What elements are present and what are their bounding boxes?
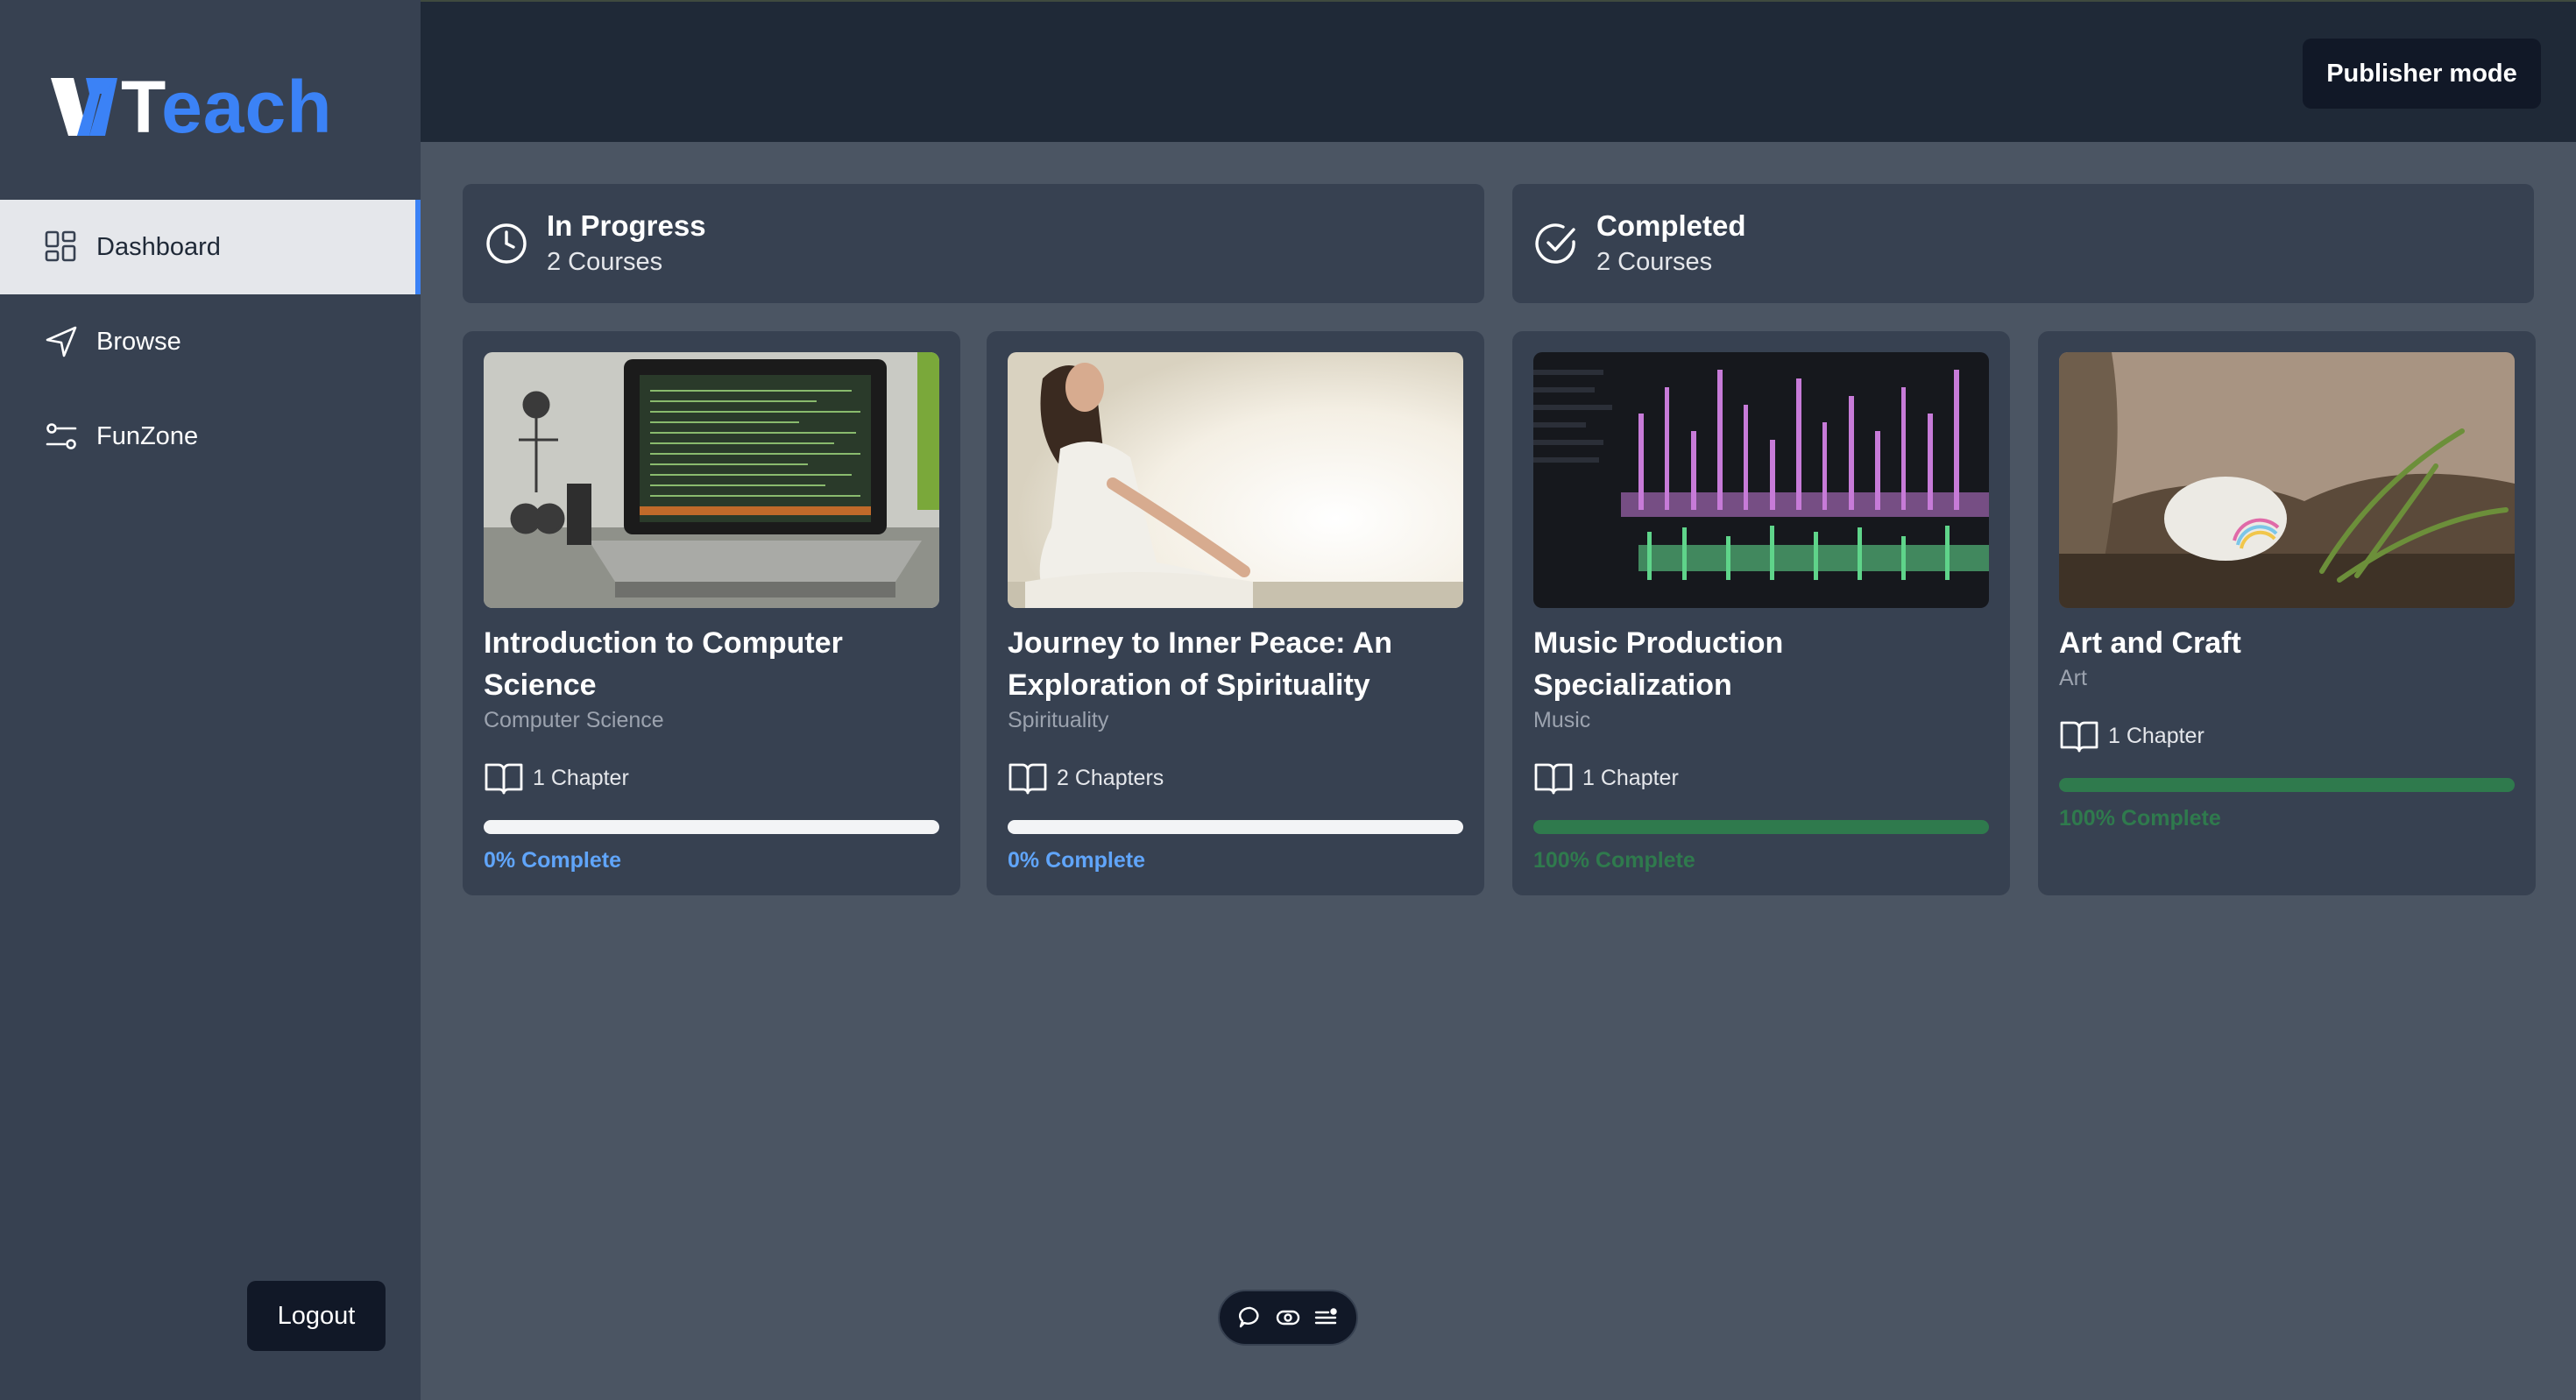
sidebar-item-label: Dashboard — [96, 232, 221, 261]
course-title[interactable]: Art and Craft — [2059, 622, 2515, 664]
sidebar-item-dashboard[interactable]: Dashboard — [0, 200, 421, 294]
course-category: Music — [1533, 708, 1591, 732]
logout-button[interactable]: Logout — [247, 1281, 386, 1351]
app-root: Teach Dashboard Browse FunZone Logout Pu… — [0, 0, 2576, 1400]
course-thumbnail — [1008, 352, 1463, 608]
dashboard-main: In Progress 2 Courses Completed 2 Course… — [421, 142, 2576, 1400]
book-open-icon — [1008, 760, 1048, 795]
send-compass-icon — [44, 324, 79, 359]
course-card[interactable]: Introduction to Computer Science Compute… — [463, 331, 960, 895]
course-title[interactable]: Music Production Specialization — [1533, 622, 1989, 706]
chapter-count: 1 Chapter — [2108, 723, 2204, 748]
clock-icon — [484, 221, 529, 266]
progress-bar — [1533, 820, 1989, 834]
course-category: Art — [2059, 666, 2087, 690]
sidebar-item-funzone[interactable]: FunZone — [0, 389, 421, 484]
course-card[interactable]: Art and Craft Art 1 Chapter 100% Complet… — [2038, 331, 2536, 895]
logo-text-rest: each — [161, 66, 333, 148]
course-card[interactable]: Music Production Specialization Music 1 … — [1512, 331, 2010, 895]
chat-bubble-icon[interactable] — [1237, 1305, 1263, 1331]
sidebar-item-browse[interactable]: Browse — [0, 294, 421, 389]
progress-fill — [2059, 778, 2515, 792]
stat-subtitle: 2 Courses — [1596, 248, 1713, 276]
progress-bar — [484, 820, 939, 834]
chapter-count: 2 Chapters — [1057, 765, 1164, 790]
publisher-mode-button[interactable]: Publisher mode — [2303, 39, 2541, 109]
chapter-count: 1 Chapter — [1582, 765, 1679, 790]
menu-lines-icon[interactable] — [1313, 1305, 1339, 1331]
course-thumbnail — [1533, 352, 1989, 608]
stat-text: In Progress 2 Courses — [547, 208, 706, 279]
book-open-icon — [484, 760, 524, 795]
completed-stat-card: Completed 2 Courses — [1512, 184, 2534, 303]
course-thumbnail — [2059, 352, 2515, 608]
stat-title: In Progress — [547, 209, 706, 242]
logo-text: Teach — [121, 70, 333, 144]
floating-toolbar — [1218, 1290, 1358, 1346]
sidebar-item-label: Browse — [96, 327, 181, 356]
course-thumbnail — [484, 352, 939, 608]
progress-bar — [1008, 820, 1463, 834]
course-chapters: 1 Chapter — [2059, 717, 2515, 755]
logo[interactable]: Teach — [51, 70, 333, 144]
course-title[interactable]: Introduction to Computer Science — [484, 622, 939, 706]
book-open-icon — [2059, 718, 2099, 753]
progress-label: 0% Complete — [1008, 848, 1145, 873]
logo-mark-icon — [51, 78, 117, 136]
course-category: Computer Science — [484, 708, 664, 732]
progress-label: 100% Complete — [1533, 848, 1695, 873]
stat-subtitle: 2 Courses — [547, 248, 663, 276]
toggle-eye-icon[interactable] — [1275, 1305, 1301, 1331]
logo-text-t: T — [121, 66, 162, 148]
chapter-count: 1 Chapter — [533, 765, 629, 790]
course-chapters: 2 Chapters — [1008, 759, 1463, 797]
sliders-icon — [44, 419, 79, 454]
course-card[interactable]: Journey to Inner Peace: An Exploration o… — [987, 331, 1484, 895]
book-open-icon — [1533, 760, 1574, 795]
sidebar-nav: Dashboard Browse FunZone — [0, 200, 421, 484]
progress-label: 100% Complete — [2059, 806, 2221, 831]
progress-bar — [2059, 778, 2515, 792]
in-progress-stat-card: In Progress 2 Courses — [463, 184, 1484, 303]
check-circle-icon — [1533, 221, 1579, 266]
course-chapters: 1 Chapter — [484, 759, 939, 797]
sidebar-item-label: FunZone — [96, 421, 199, 450]
stat-text: Completed 2 Courses — [1596, 208, 1746, 279]
progress-fill — [1533, 820, 1989, 834]
sidebar: Teach Dashboard Browse FunZone Logout — [0, 0, 421, 1400]
progress-label: 0% Complete — [484, 848, 621, 873]
top-bar: Publisher mode — [421, 0, 2576, 142]
stat-title: Completed — [1596, 209, 1746, 242]
course-category: Spirituality — [1008, 708, 1109, 732]
course-chapters: 1 Chapter — [1533, 759, 1989, 797]
dashboard-grid-icon — [44, 230, 79, 265]
course-title[interactable]: Journey to Inner Peace: An Exploration o… — [1008, 622, 1463, 706]
